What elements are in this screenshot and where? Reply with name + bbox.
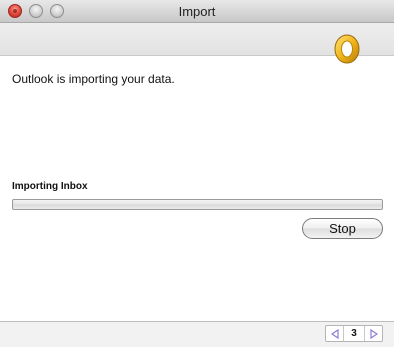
- stop-button[interactable]: Stop: [302, 218, 383, 239]
- status-message: Outlook is importing your data.: [12, 72, 175, 86]
- progress-label: Importing Inbox: [12, 181, 88, 192]
- window-title: Import: [178, 4, 216, 19]
- triangle-left-icon: [330, 328, 339, 339]
- outlook-logo-icon: [334, 34, 360, 64]
- import-window: Import Outlook is importing your data. I…: [0, 0, 394, 347]
- previous-page-button[interactable]: [326, 326, 344, 341]
- triangle-right-icon: [369, 328, 378, 339]
- progress-bar: [12, 199, 383, 210]
- next-page-button[interactable]: [364, 326, 382, 341]
- title-bar[interactable]: Import: [0, 0, 394, 23]
- pager: 3: [325, 325, 383, 342]
- page-number: 3: [351, 328, 357, 339]
